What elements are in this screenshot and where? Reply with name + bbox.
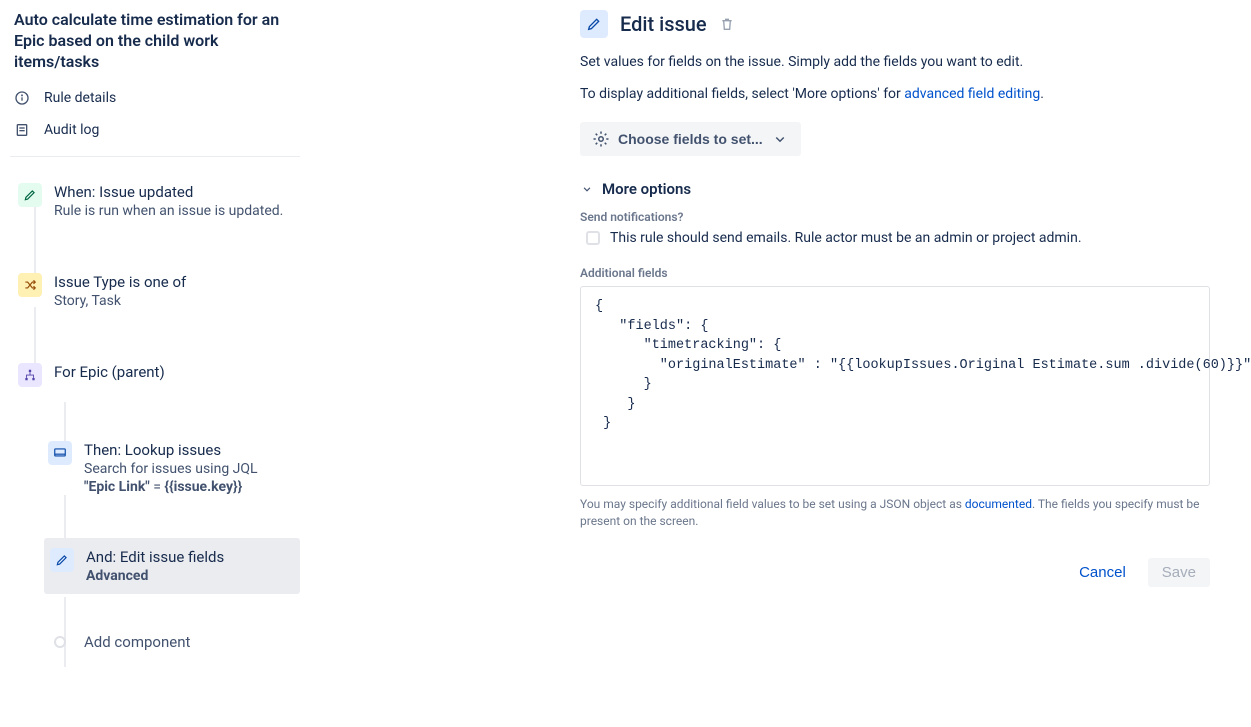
pencil-icon [586, 16, 602, 32]
rule-title: Auto calculate time estimation for an Ep… [10, 10, 300, 82]
detail-panel: Edit issue Set values for fields on the … [560, 0, 1240, 727]
trigger-desc: Rule is run when an issue is updated. [54, 203, 296, 219]
panel-hint: To display additional fields, select 'Mo… [580, 86, 1210, 102]
panel-title: Edit issue [620, 12, 707, 36]
gear-icon [592, 130, 610, 148]
lookup-step[interactable]: Then: Lookup issues Search for issues us… [44, 435, 300, 513]
branch-title: For Epic (parent) [54, 363, 296, 381]
additional-label: Additional fields [580, 266, 1210, 280]
info-icon [14, 90, 30, 106]
monitor-icon [53, 446, 67, 460]
add-component-label: Add component [84, 633, 296, 651]
audit-log-row[interactable]: Audit log [10, 114, 300, 146]
trigger-step[interactable]: When: Issue updated Rule is run when an … [14, 177, 300, 237]
lookup-title: Then: Lookup issues [84, 441, 296, 459]
chevron-down-icon [771, 130, 789, 148]
edit-issue-step[interactable]: And: Edit issue fields Advanced [44, 538, 300, 594]
shuffle-icon [23, 278, 37, 292]
choose-fields-button[interactable]: Choose fields to set... [580, 122, 801, 156]
trash-icon[interactable] [719, 16, 735, 32]
condition-title: Issue Type is one of [54, 273, 296, 291]
cancel-button[interactable]: Cancel [1073, 558, 1132, 587]
rule-steps: When: Issue updated Rule is run when an … [10, 177, 300, 672]
choose-fields-label: Choose fields to set... [618, 131, 763, 147]
edit-title: And: Edit issue fields [86, 548, 294, 566]
notify-checkbox[interactable] [586, 231, 600, 245]
more-options-toggle[interactable]: More options [580, 180, 1210, 198]
branch-icon [18, 363, 42, 387]
condition-icon [18, 273, 42, 297]
tree-icon [23, 368, 37, 382]
rule-sidebar: Auto calculate time estimation for an Ep… [0, 0, 300, 727]
branch-step[interactable]: For Epic (parent) [14, 357, 300, 405]
notify-text: This rule should send emails. Rule actor… [610, 230, 1082, 246]
notify-checkbox-row[interactable]: This rule should send emails. Rule actor… [586, 230, 1210, 246]
condition-desc: Story, Task [54, 293, 296, 309]
trigger-title: When: Issue updated [54, 183, 296, 201]
pencil-icon [23, 188, 37, 202]
advanced-editing-link[interactable]: advanced field editing [904, 86, 1040, 102]
lookup-jql: "Epic Link" = {{issue.key}} [84, 479, 296, 495]
lookup-desc: Search for issues using JQL [84, 461, 296, 477]
divider [10, 156, 300, 157]
documented-link[interactable]: documented [965, 497, 1032, 511]
condition-step[interactable]: Issue Type is one of Story, Task [14, 267, 300, 327]
additional-help: You may specify additional field values … [580, 496, 1210, 530]
list-icon [14, 122, 30, 138]
edit-desc: Advanced [86, 568, 294, 584]
trigger-icon [18, 183, 42, 207]
edit-icon [50, 548, 74, 572]
pencil-icon [55, 553, 69, 567]
rule-details-label: Rule details [44, 90, 116, 106]
lookup-icon [48, 441, 72, 465]
additional-fields-code[interactable]: { "fields": { "timetracking": { "origina… [580, 286, 1210, 486]
audit-log-label: Audit log [44, 122, 99, 138]
add-component-step[interactable]: Add component [44, 624, 300, 672]
edit-issue-icon [580, 10, 608, 38]
more-options-label: More options [602, 180, 691, 198]
rule-details-row[interactable]: Rule details [10, 82, 300, 114]
save-button[interactable]: Save [1148, 558, 1210, 587]
notify-label: Send notifications? [580, 210, 1210, 224]
chevron-down-icon [580, 182, 594, 196]
panel-desc: Set values for fields on the issue. Simp… [580, 54, 1210, 70]
add-icon [54, 636, 66, 648]
